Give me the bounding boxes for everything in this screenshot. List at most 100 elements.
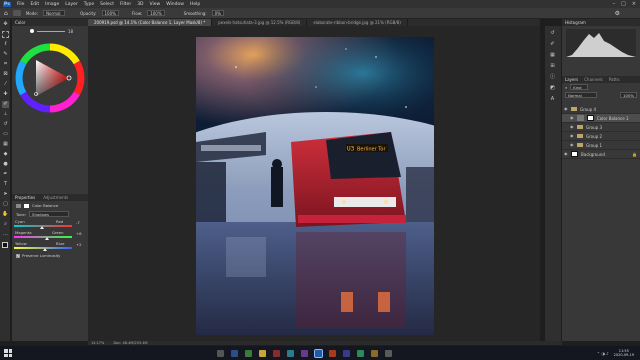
brush-tool-icon[interactable]: ✐ — [2, 101, 9, 108]
clock[interactable]: 11:55 2020-09-19 — [614, 349, 634, 357]
path-select-tool-icon[interactable]: ➤ — [2, 191, 9, 198]
brush-settings-icon[interactable]: ✐ — [549, 41, 556, 48]
menu-filter[interactable]: Filter — [120, 2, 131, 7]
taskbar-app-icon[interactable] — [370, 349, 378, 357]
history-panel-icon[interactable]: ↺ — [549, 30, 556, 37]
opacity-field[interactable]: 100% — [101, 10, 119, 16]
visibility-eye-icon[interactable]: ◉ — [570, 143, 574, 147]
taskbar-app-icon[interactable] — [244, 349, 252, 357]
gradient-tool-icon[interactable]: ▦ — [2, 141, 9, 148]
shape-tool-icon[interactable]: ▢ — [2, 201, 9, 208]
taskbar-app-icon[interactable] — [230, 349, 238, 357]
layer-row[interactable]: ◉ Group 3 — [562, 123, 640, 132]
dodge-tool-icon[interactable]: ● — [2, 161, 9, 168]
styles-panel-icon[interactable]: ◩ — [549, 85, 556, 92]
menu-type[interactable]: Type — [84, 2, 94, 7]
info-panel-icon[interactable]: ⓘ — [549, 74, 556, 81]
taskbar-app-icon[interactable] — [328, 349, 336, 357]
layer-opacity-field[interactable]: 100% — [620, 92, 637, 98]
system-tray-icons[interactable]: ⌃ ◑ ♪ — [597, 351, 609, 356]
histogram-panel-header[interactable]: Histogram — [562, 19, 640, 26]
cyan-red-value[interactable]: -7 — [76, 220, 80, 225]
layer-mask-thumbnail[interactable] — [587, 115, 594, 121]
tab-layers[interactable]: Layers — [565, 76, 578, 83]
layer-row-selected[interactable]: ◉ Color Balance 1 — [562, 114, 640, 123]
tab-adjustments[interactable]: Adjustments — [43, 194, 68, 201]
minimize-icon[interactable]: – — [613, 1, 616, 7]
tab-paths[interactable]: Paths — [609, 76, 620, 83]
preserve-luminosity-checkbox[interactable]: ✓ — [16, 253, 20, 258]
blur-tool-icon[interactable]: ◆ — [2, 151, 9, 158]
settings-gear-icon[interactable]: ⚙ — [615, 10, 620, 17]
history-brush-tool-icon[interactable]: ↺ — [2, 121, 9, 128]
swatches-panel-icon[interactable]: ▦ — [549, 52, 556, 59]
more-tools-icon[interactable]: … — [2, 231, 9, 238]
move-tool-icon[interactable]: ✥ — [2, 21, 9, 28]
tab-channels[interactable]: Channels — [584, 76, 603, 83]
taskbar-app-icon[interactable] — [258, 349, 266, 357]
lasso-tool-icon[interactable]: ℓ — [2, 41, 9, 48]
visibility-eye-icon[interactable]: ◉ — [564, 152, 568, 156]
layer-row[interactable]: ◉ Group 1 — [562, 141, 640, 150]
magenta-green-track[interactable] — [14, 236, 72, 238]
smoothing-field[interactable]: 0% — [211, 10, 224, 16]
color-panel-header[interactable]: Color — [12, 19, 88, 26]
maximize-icon[interactable]: □ — [621, 1, 626, 7]
taskbar-app-icon[interactable] — [342, 349, 350, 357]
pen-tool-icon[interactable]: ✒ — [2, 171, 9, 178]
tab-properties[interactable]: Properties — [15, 194, 35, 201]
mask-icon[interactable] — [24, 203, 29, 208]
yellow-blue-knob[interactable] — [43, 248, 47, 251]
taskbar-app-icon[interactable] — [384, 349, 392, 357]
color-wheel[interactable] — [12, 36, 88, 124]
brush-size-slider[interactable] — [37, 30, 65, 32]
crop-tool-icon[interactable]: ⌗ — [2, 61, 9, 68]
menu-layer[interactable]: Layer — [65, 2, 78, 7]
home-icon[interactable]: ⌂ — [4, 10, 8, 17]
blend-mode-select[interactable]: Normal — [565, 92, 597, 98]
taskbar-photoshop-icon[interactable] — [313, 348, 323, 358]
menu-help[interactable]: Help — [190, 2, 200, 7]
eyedropper-tool-icon[interactable]: ⁄ — [2, 81, 9, 88]
layer-row[interactable]: ◉ Background 🔒 — [562, 150, 640, 159]
tab-document-2[interactable]: pexels-hatsuhata-3.jpg @ 12.5% (RGB/8) — [212, 19, 308, 26]
menu-file[interactable]: File — [17, 2, 25, 7]
layer-row[interactable]: ◉ Group 4 — [562, 105, 640, 114]
menu-edit[interactable]: Edit — [30, 2, 39, 7]
libraries-panel-icon[interactable]: ⊞ — [549, 63, 556, 70]
frame-tool-icon[interactable]: ⊠ — [2, 71, 9, 78]
taskbar-app-icon[interactable] — [356, 349, 364, 357]
hand-tool-icon[interactable]: ✋ — [2, 211, 9, 218]
eraser-tool-icon[interactable]: ▭ — [2, 131, 9, 138]
healing-tool-icon[interactable]: ✚ — [2, 91, 9, 98]
taskbar-app-icon[interactable] — [286, 349, 294, 357]
taskbar-app-icon[interactable] — [272, 349, 280, 357]
taskbar-app-icon[interactable] — [300, 349, 308, 357]
menu-image[interactable]: Image — [45, 2, 59, 7]
visibility-eye-icon[interactable]: ◉ — [570, 125, 574, 129]
color-swatches[interactable] — [0, 241, 10, 255]
photoshop-logo[interactable]: Ps — [3, 1, 11, 7]
type-tool-icon[interactable]: T — [2, 181, 9, 188]
marquee-tool-icon[interactable] — [2, 31, 9, 38]
yellow-blue-value[interactable]: +2 — [76, 242, 82, 247]
visibility-eye-icon[interactable]: ◉ — [570, 134, 574, 138]
tone-select[interactable]: Shadows — [29, 211, 70, 217]
layer-kind-filter[interactable]: Kind — [570, 84, 589, 90]
tab-document-1[interactable]: 200919.psd @ 14.1% (Color Balance 1, Lay… — [88, 19, 213, 26]
document-canvas[interactable]: U3 Berliner Tor — [196, 37, 434, 335]
zoom-tool-icon[interactable]: ⌕ — [2, 221, 9, 228]
foreground-color-swatch[interactable] — [2, 242, 8, 248]
close-icon[interactable]: × — [632, 1, 636, 7]
character-panel-icon[interactable]: A — [549, 96, 556, 103]
mode-select[interactable]: Normal — [43, 10, 66, 16]
visibility-eye-icon[interactable]: ◉ — [570, 116, 574, 120]
menu-3d[interactable]: 3D — [137, 2, 143, 7]
menu-view[interactable]: View — [150, 2, 161, 7]
visibility-eye-icon[interactable]: ◉ — [564, 107, 568, 111]
flow-field[interactable]: 100% — [147, 10, 165, 16]
taskbar-search-icon[interactable] — [216, 349, 224, 357]
menu-window[interactable]: Window — [166, 2, 184, 7]
magenta-green-value[interactable]: +8 — [76, 231, 82, 236]
windows-start-icon[interactable] — [4, 349, 12, 357]
